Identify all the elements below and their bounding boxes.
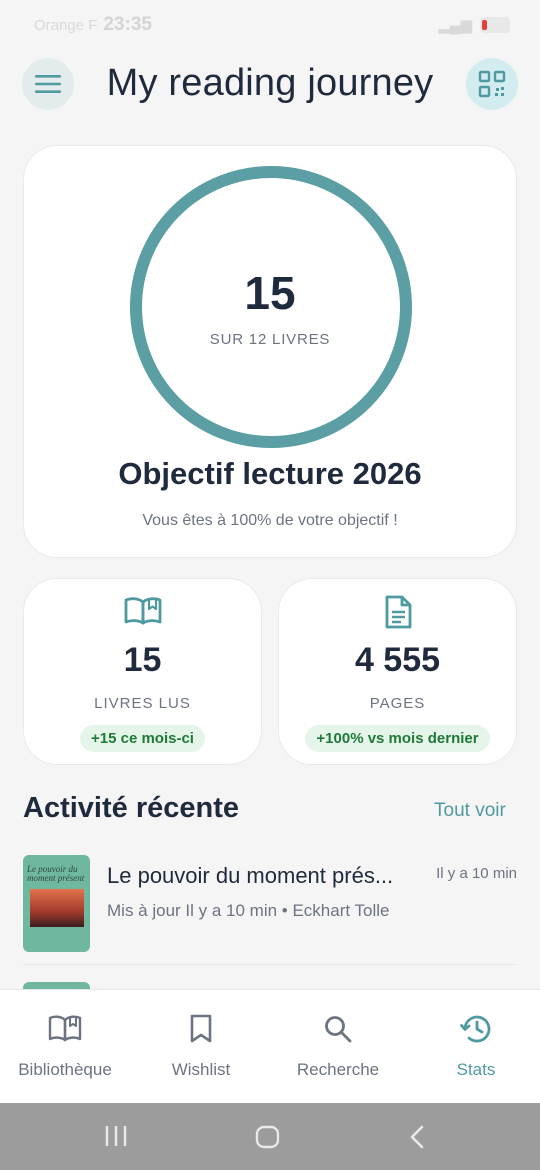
open-book-icon [124,597,161,625]
goal-subtitle: Vous êtes à 100% de votre objectif ! [142,512,398,529]
pages-value: 4 555 [354,641,441,679]
book-cover: Le pouvoir du moment présent [23,855,90,952]
goal-target-label: SUR 12 LIVRES [209,331,331,348]
nav-item-stats[interactable]: Stats [411,990,540,1104]
app-header: My reading journey [0,58,540,112]
bookmark-icon [190,1014,212,1043]
pages-card[interactable]: 4 555 PAGES +100% vs mois dernier [278,578,517,765]
library-icon [48,1015,82,1042]
page-title: My reading journey [106,62,434,104]
books-read-card[interactable]: 15 LIVRES LUS +15 ce mois-ci [23,578,262,765]
books-read-label: LIVRES LUS [94,695,191,712]
activity-time: Il y a 10 min [436,865,517,882]
nav-item-wishlist[interactable]: Wishlist [136,990,266,1104]
activity-book-title: Le pouvoir du moment prés... [107,863,394,888]
books-read-value: 15 [123,641,162,679]
reading-goal-card[interactable]: 15 SUR 12 LIVRES Objectif lecture 2026 V… [23,145,517,558]
list-divider [23,964,517,965]
carrier-label: Orange F [34,16,98,34]
status-bar: Orange F 23:35 ▂▄▆ [0,0,540,50]
battery-low-icon [480,17,510,33]
nav-label-search: Recherche [296,1060,380,1079]
pages-label: PAGES [369,695,426,712]
recent-apps-icon [105,1126,127,1146]
pages-badge: +100% vs mois dernier [305,725,490,752]
nav-label-stats: Stats [456,1060,496,1079]
see-all-link[interactable]: Tout voir [434,800,506,822]
cover-sunset-image [30,889,84,927]
back-button[interactable] [408,1125,426,1149]
books-read-badge: +15 ce mois-ci [80,725,205,752]
list-item[interactable]: Le pouvoir du moment présent Le pouvoir … [23,855,517,955]
nav-label-wishlist: Wishlist [171,1060,231,1079]
qr-code-icon [478,70,506,98]
activity-meta: Mis à jour Il y a 10 min • Eckhart Tolle [107,901,390,920]
status-time: 23:35 [103,14,152,35]
home-button[interactable] [255,1125,281,1149]
recent-activity-title: Activité récente [23,792,239,824]
back-icon [410,1125,424,1149]
history-icon [460,1015,491,1043]
bottom-navigation: Bibliothèque Wishlist Recherche Stats [0,989,540,1103]
system-navigation-bar [0,1103,540,1170]
signal-icon: ▂▄▆ [438,17,472,34]
document-icon [385,595,411,629]
recent-apps-button[interactable] [104,1125,128,1147]
nav-item-search[interactable]: Recherche [273,990,403,1104]
nav-item-library[interactable]: Bibliothèque [0,990,130,1104]
books-read-count: 15 [244,267,296,319]
book-cover-title: Le pouvoir du moment présent [27,864,85,884]
home-icon [255,1125,280,1149]
goal-title: Objectif lecture 2026 [118,456,422,491]
qr-scan-button[interactable] [466,58,518,110]
search-icon [325,1016,352,1043]
nav-label-library: Bibliothèque [18,1060,112,1079]
